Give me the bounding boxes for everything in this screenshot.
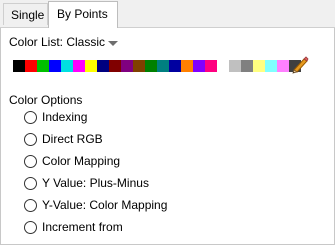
option-label: Y-Value: Color Mapping [42, 198, 168, 212]
chevron-down-icon[interactable] [108, 41, 119, 47]
pencil-icon[interactable] [290, 55, 310, 75]
option-label: Color Mapping [42, 154, 121, 168]
color-swatch[interactable] [109, 60, 121, 72]
color-swatch[interactable] [181, 60, 193, 72]
color-swatch[interactable] [145, 60, 157, 72]
color-swatch[interactable] [265, 60, 277, 72]
option-label: Y Value: Plus-Minus [42, 176, 149, 190]
color-list-label: Color List: Classic [9, 35, 106, 49]
radio-button[interactable] [24, 220, 37, 234]
color-swatch[interactable] [85, 60, 97, 72]
option-increment-from[interactable]: Increment from [24, 219, 123, 235]
color-options-title: Color Options [9, 93, 83, 107]
option-color-mapping[interactable]: Color Mapping [24, 153, 120, 169]
color-swatch[interactable] [169, 60, 181, 72]
tab-by-points[interactable]: By Points [48, 1, 118, 28]
color-swatch[interactable] [49, 60, 61, 72]
color-swatch[interactable] [253, 60, 265, 72]
color-swatch[interactable] [217, 60, 229, 72]
tab-single[interactable]: Single [3, 3, 48, 25]
radio-button[interactable] [24, 154, 37, 168]
color-swatch[interactable] [121, 60, 133, 72]
color-swatch[interactable] [73, 60, 85, 72]
color-swatch[interactable] [13, 60, 25, 72]
option-label: Increment from [42, 220, 123, 234]
radio-button[interactable] [24, 198, 37, 212]
color-swatch[interactable] [157, 60, 169, 72]
color-swatch[interactable] [25, 60, 37, 72]
option-y-value-plus-minus[interactable]: Y Value: Plus-Minus [24, 175, 149, 191]
option-y-value-color-mapping[interactable]: Y-Value: Color Mapping [24, 197, 167, 213]
color-swatch[interactable] [133, 60, 145, 72]
option-label: Direct RGB [42, 132, 103, 146]
color-swatch[interactable] [241, 60, 253, 72]
radio-button[interactable] [24, 132, 37, 146]
option-label: Indexing [42, 110, 88, 124]
color-swatch[interactable] [61, 60, 73, 72]
color-swatch[interactable] [193, 60, 205, 72]
color-swatch[interactable] [277, 60, 289, 72]
radio-button[interactable] [24, 176, 37, 190]
option-indexing[interactable]: Indexing [24, 109, 87, 125]
color-swatch-row[interactable] [13, 60, 301, 72]
color-swatch[interactable] [205, 60, 217, 72]
color-swatch[interactable] [97, 60, 109, 72]
color-swatch[interactable] [37, 60, 49, 72]
color-list-dropdown[interactable]: Color List: Classic [9, 35, 119, 49]
color-swatch[interactable] [229, 60, 241, 72]
radio-button[interactable] [24, 110, 37, 124]
option-direct-rgb[interactable]: Direct RGB [24, 131, 103, 147]
